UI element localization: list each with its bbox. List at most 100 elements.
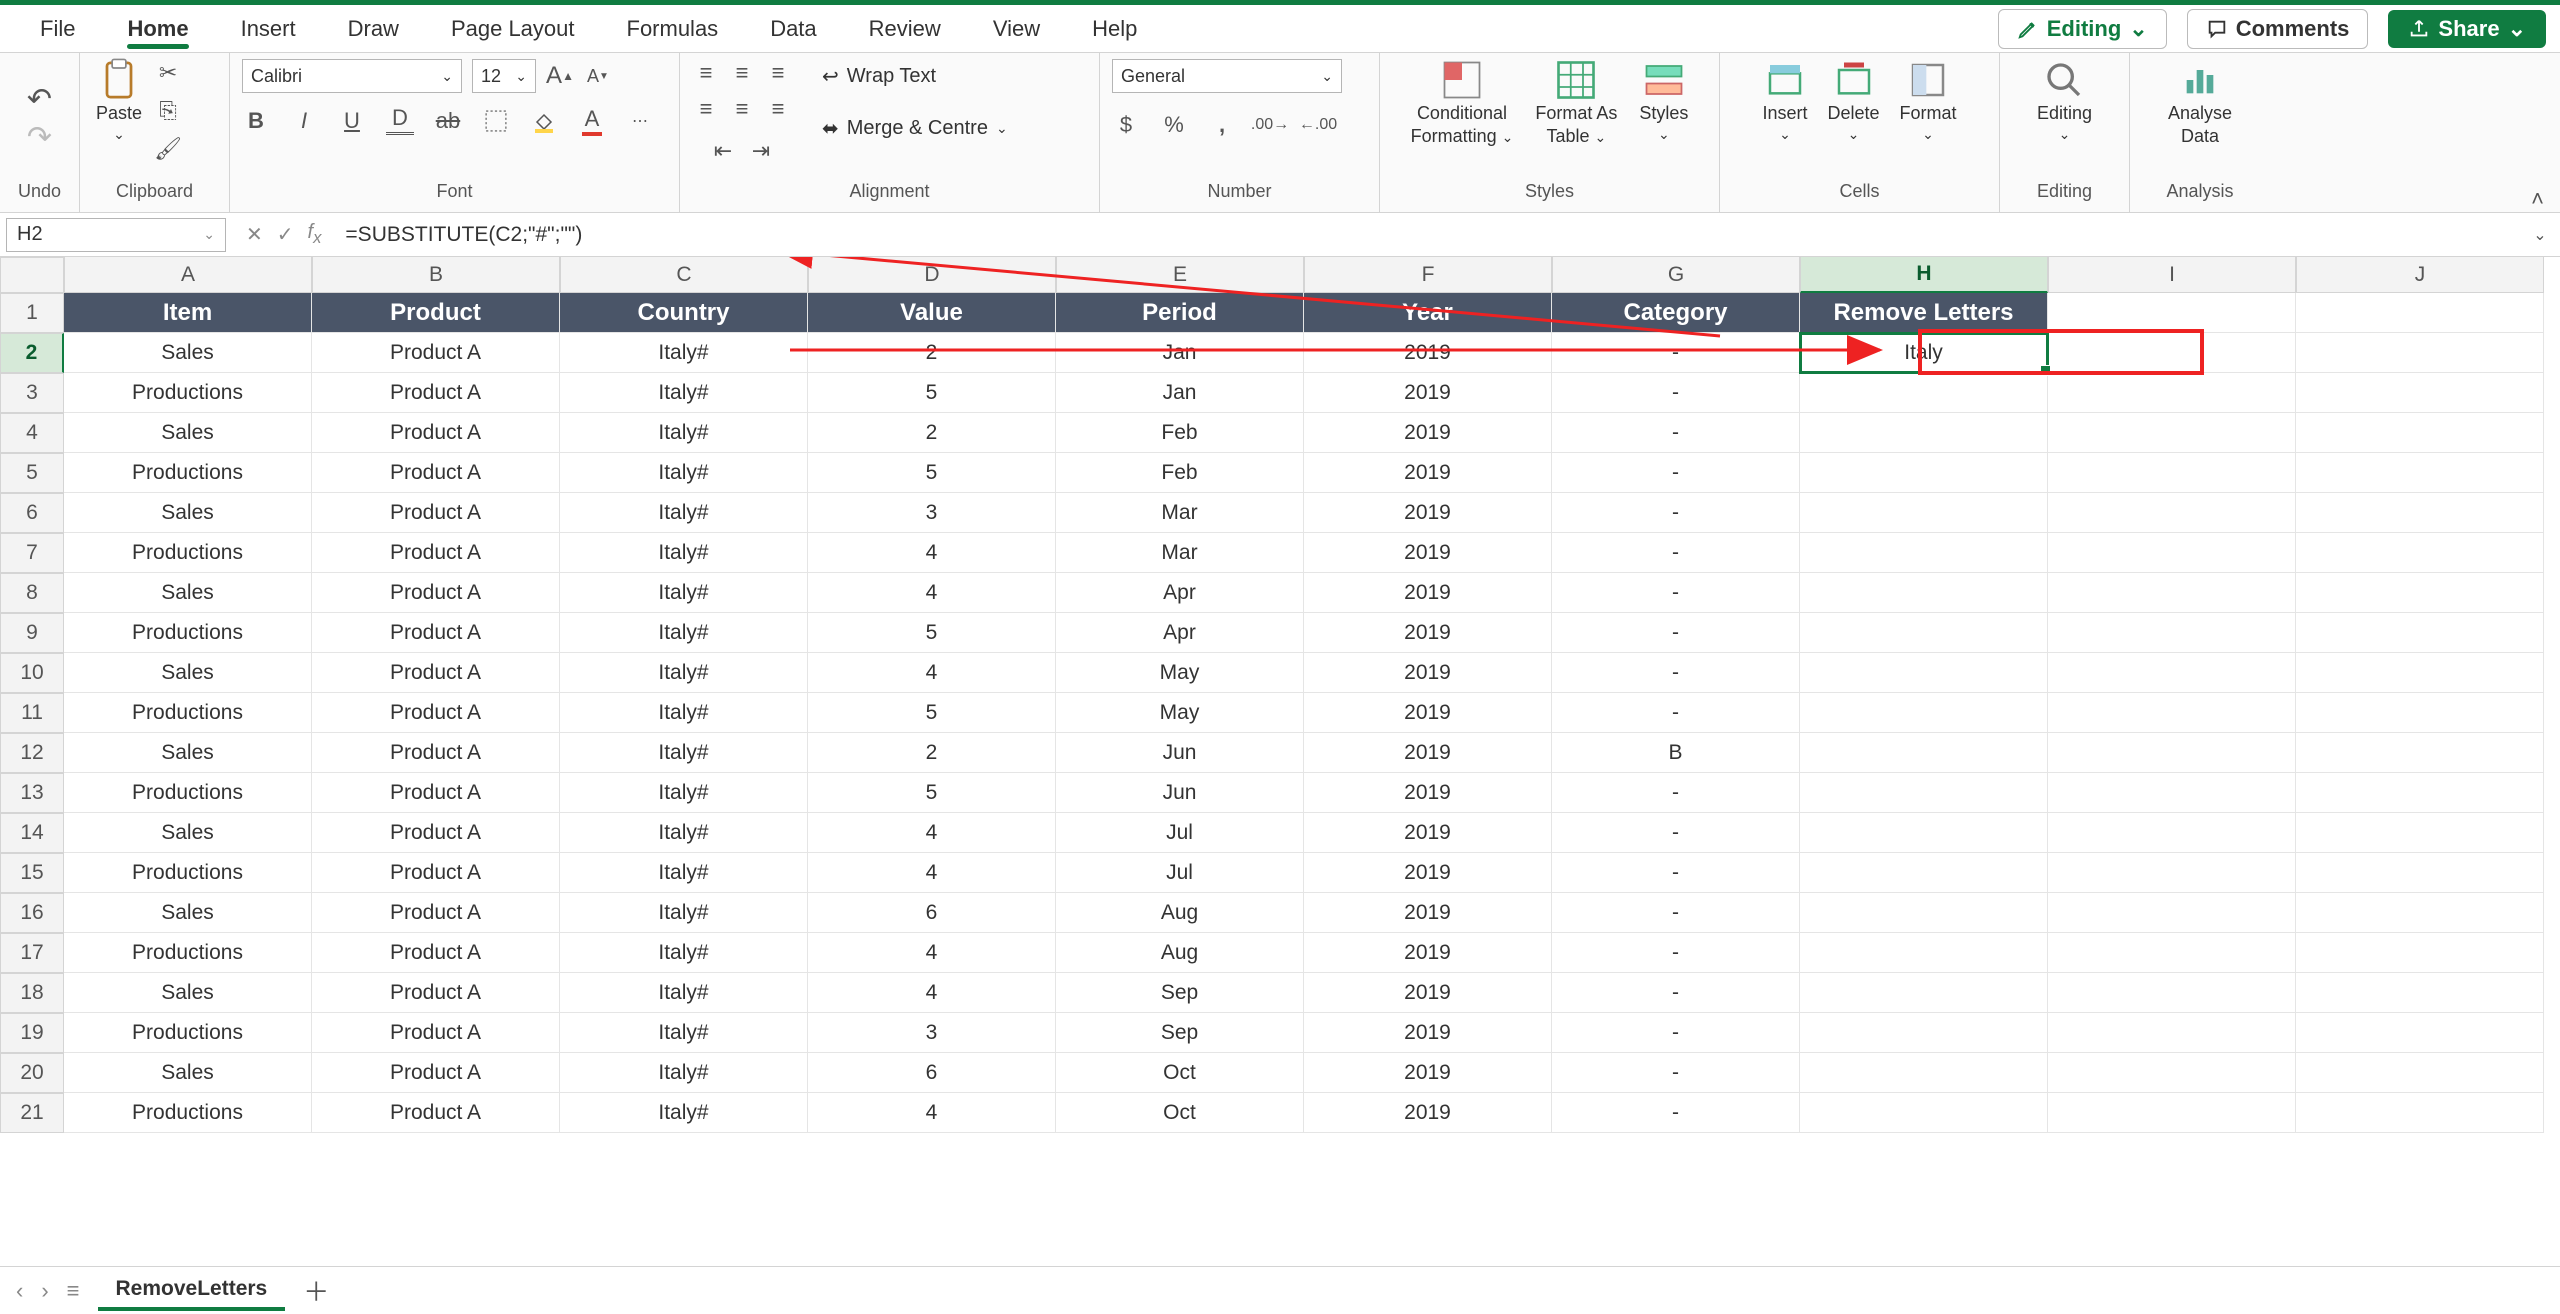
cell[interactable]: 2019 <box>1304 693 1552 733</box>
cell[interactable]: Product A <box>312 813 560 853</box>
cell[interactable]: Sales <box>64 493 312 533</box>
cell[interactable] <box>2296 973 2544 1013</box>
column-header[interactable]: E <box>1056 257 1304 293</box>
cell[interactable] <box>2296 773 2544 813</box>
cell[interactable]: 4 <box>808 973 1056 1013</box>
cell[interactable]: - <box>1552 413 1800 453</box>
cell[interactable]: Sales <box>64 653 312 693</box>
cell[interactable] <box>2048 533 2296 573</box>
cell[interactable] <box>1800 653 2048 693</box>
row-header[interactable]: 8 <box>0 573 64 613</box>
font-color-icon[interactable]: A <box>578 107 606 135</box>
cell[interactable] <box>1800 453 2048 493</box>
cell[interactable] <box>1800 853 2048 893</box>
cell[interactable]: 4 <box>808 1093 1056 1133</box>
cell[interactable]: Product A <box>312 853 560 893</box>
cell[interactable] <box>2296 693 2544 733</box>
cell[interactable]: 2019 <box>1304 653 1552 693</box>
cell[interactable]: - <box>1552 1013 1800 1053</box>
column-header[interactable]: D <box>808 257 1056 293</box>
cell[interactable]: 2019 <box>1304 773 1552 813</box>
cell[interactable]: - <box>1552 493 1800 533</box>
more-font-icon[interactable]: ⋯ <box>626 107 654 135</box>
cell[interactable]: Product A <box>312 333 560 373</box>
sheet-tab-active[interactable]: RemoveLetters <box>98 1271 286 1311</box>
cell[interactable]: 3 <box>808 1013 1056 1053</box>
cancel-formula-icon[interactable]: ✕ <box>246 222 263 247</box>
cell[interactable] <box>1800 893 2048 933</box>
select-all-corner[interactable] <box>0 257 64 293</box>
analyse-data-button[interactable]: AnalyseData <box>2164 59 2236 147</box>
cell[interactable]: - <box>1552 573 1800 613</box>
column-header[interactable]: I <box>2048 257 2296 293</box>
cell[interactable] <box>2048 933 2296 973</box>
cell[interactable] <box>1800 373 2048 413</box>
menu-tab-review[interactable]: Review <box>843 5 967 53</box>
cell[interactable] <box>2048 973 2296 1013</box>
cell[interactable] <box>1800 613 2048 653</box>
cell[interactable]: Product A <box>312 453 560 493</box>
cell[interactable] <box>2048 573 2296 613</box>
formula-input[interactable]: =SUBSTITUTE(C2;"#";"") <box>335 223 2520 247</box>
cell[interactable] <box>2296 293 2544 333</box>
cell[interactable]: Category <box>1552 293 1800 333</box>
paste-button[interactable]: Paste ⌄ <box>92 59 146 143</box>
format-cells-button[interactable]: Format⌄ <box>1896 59 1961 143</box>
cell[interactable] <box>2296 533 2544 573</box>
cell[interactable]: - <box>1552 893 1800 933</box>
delete-cells-button[interactable]: Delete⌄ <box>1823 59 1883 143</box>
cell[interactable] <box>2296 453 2544 493</box>
cell[interactable] <box>1800 933 2048 973</box>
cell[interactable]: 3 <box>808 493 1056 533</box>
fill-color-icon[interactable] <box>530 107 558 135</box>
cell[interactable]: Italy# <box>560 693 808 733</box>
merge-centre-button[interactable]: ⬌ Merge & Centre ⌄ <box>822 111 1008 145</box>
cell[interactable] <box>2296 893 2544 933</box>
cell[interactable]: - <box>1552 853 1800 893</box>
row-header[interactable]: 20 <box>0 1053 64 1093</box>
number-format-select[interactable]: General⌄ <box>1112 59 1342 93</box>
cell[interactable] <box>2048 813 2296 853</box>
cell[interactable]: 2019 <box>1304 733 1552 773</box>
fx-icon[interactable]: fx <box>308 221 322 248</box>
cell[interactable]: Italy# <box>560 333 808 373</box>
cell[interactable]: Value <box>808 293 1056 333</box>
cell[interactable] <box>2296 1053 2544 1093</box>
cell[interactable]: - <box>1552 813 1800 853</box>
cell[interactable]: Feb <box>1056 413 1304 453</box>
cell[interactable]: Italy# <box>560 453 808 493</box>
styles-button[interactable]: Styles ⌄ <box>1635 59 1692 143</box>
cell[interactable]: Feb <box>1056 453 1304 493</box>
cell[interactable]: Productions <box>64 533 312 573</box>
cell[interactable]: Italy# <box>560 1013 808 1053</box>
cell[interactable]: Product A <box>312 693 560 733</box>
cell[interactable] <box>2296 813 2544 853</box>
cell[interactable]: Productions <box>64 1093 312 1133</box>
cell[interactable]: Year <box>1304 293 1552 333</box>
cell[interactable]: Jul <box>1056 853 1304 893</box>
format-as-table-button[interactable]: Format As Table ⌄ <box>1531 59 1621 147</box>
row-header[interactable]: 2 <box>0 333 64 373</box>
shrink-font-icon[interactable]: A▼ <box>584 62 612 90</box>
cell[interactable]: 4 <box>808 573 1056 613</box>
cell[interactable] <box>1800 533 2048 573</box>
cell[interactable]: Italy <box>1800 333 2048 373</box>
share-button[interactable]: Share ⌄ <box>2388 10 2546 48</box>
cell[interactable] <box>2296 853 2544 893</box>
spreadsheet-grid[interactable]: ABCDEFGHIJ1ItemProductCountryValuePeriod… <box>0 257 2560 1133</box>
align-right-icon[interactable]: ≡ <box>764 95 792 123</box>
cell[interactable] <box>1800 773 2048 813</box>
menu-tab-help[interactable]: Help <box>1066 5 1163 53</box>
cell[interactable] <box>2048 1093 2296 1133</box>
cell[interactable]: 2019 <box>1304 613 1552 653</box>
row-header[interactable]: 17 <box>0 933 64 973</box>
cell[interactable] <box>2048 493 2296 533</box>
comments-button[interactable]: Comments <box>2187 9 2369 49</box>
cell[interactable] <box>2296 613 2544 653</box>
cell[interactable]: Jan <box>1056 373 1304 413</box>
cell[interactable]: - <box>1552 373 1800 413</box>
cell[interactable]: Sales <box>64 813 312 853</box>
cell[interactable] <box>2048 453 2296 493</box>
align-left-icon[interactable]: ≡ <box>692 95 720 123</box>
row-header[interactable]: 11 <box>0 693 64 733</box>
